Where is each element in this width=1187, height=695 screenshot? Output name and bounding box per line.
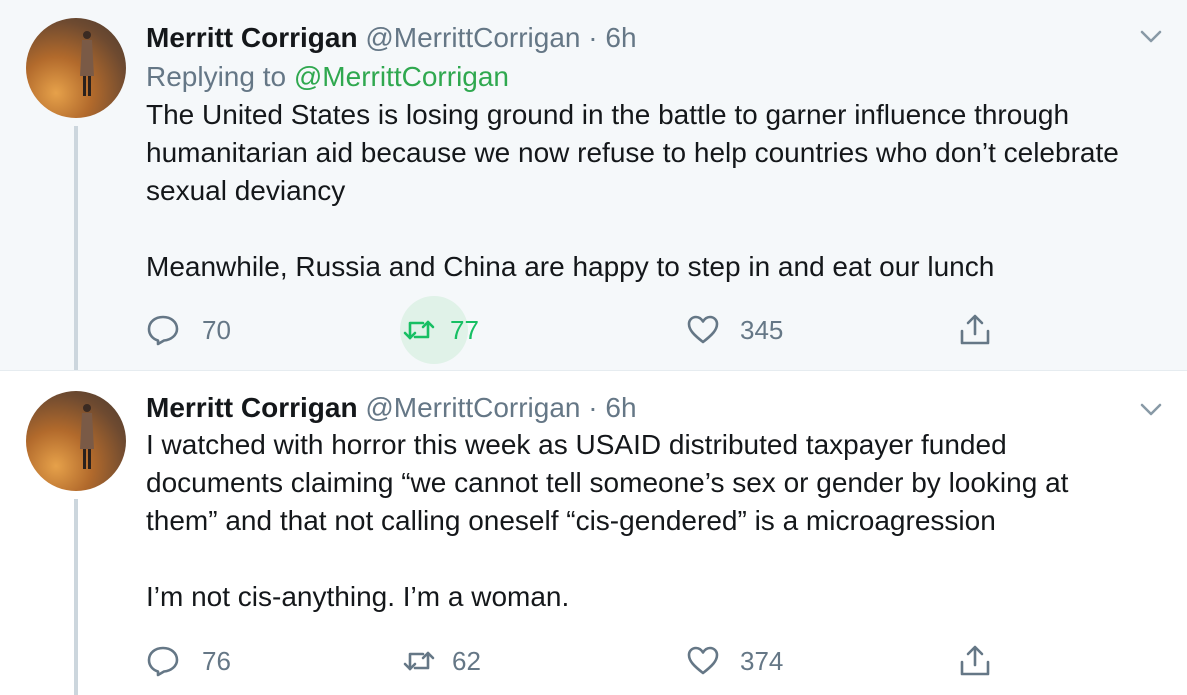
author-handle[interactable]: @MerrittCorrigan — [365, 392, 580, 423]
reply-icon — [147, 646, 179, 677]
reply-icon — [147, 315, 179, 346]
author-name[interactable]: Merritt Corrigan — [146, 392, 358, 423]
heart-icon — [687, 315, 719, 344]
reply-button[interactable]: 70 — [146, 302, 231, 358]
retweet-button[interactable]: 62 — [402, 633, 481, 689]
retweet-icon — [403, 651, 435, 671]
heart-icon — [687, 646, 719, 675]
retweet-button[interactable]: 77 — [402, 302, 479, 358]
share-button[interactable] — [958, 302, 992, 358]
thread-line — [74, 499, 78, 695]
reply-count: 70 — [202, 314, 231, 345]
like-count: 345 — [740, 314, 784, 345]
author-name[interactable]: Merritt Corrigan — [146, 22, 358, 53]
retweet-count: 77 — [450, 314, 479, 345]
like-button[interactable]: 345 — [686, 302, 783, 358]
avatar-figure — [80, 404, 94, 469]
replying-to-prefix: Replying to — [146, 61, 287, 92]
tweet-paragraph: The United States is losing ground in th… — [146, 99, 1119, 206]
timestamp[interactable]: 6h — [605, 392, 636, 423]
tweet-text: The United States is losing ground in th… — [146, 96, 1147, 286]
retweet-icon — [403, 320, 435, 340]
chevron-down-icon[interactable] — [1140, 403, 1162, 417]
avatar-figure — [80, 31, 94, 96]
tweet-header: Merritt Corrigan @MerrittCorrigan · 6h — [146, 390, 1147, 426]
tweet-text: I watched with horror this week as USAID… — [146, 426, 1147, 616]
share-icon — [960, 645, 990, 676]
tweet-header: Merritt Corrigan @MerrittCorrigan · 6h — [146, 20, 1147, 56]
share-icon — [960, 314, 990, 345]
tweet-2-content: Merritt Corrigan @MerrittCorrigan · 6h I… — [146, 390, 1147, 616]
tweet-actions: 70 77 345 — [146, 296, 1046, 364]
share-button[interactable] — [958, 633, 992, 689]
replying-to: Replying to @MerrittCorrigan — [146, 58, 1147, 96]
avatar[interactable] — [26, 18, 126, 118]
author-handle[interactable]: @MerrittCorrigan — [365, 22, 580, 53]
like-button[interactable]: 374 — [686, 633, 783, 689]
reply-button[interactable]: 76 — [146, 633, 231, 689]
tweet-actions: 76 62 374 — [146, 633, 1046, 689]
separator-dot: · — [588, 392, 598, 423]
separator-dot: · — [588, 22, 598, 53]
reply-count: 76 — [202, 645, 231, 676]
avatar[interactable] — [26, 391, 126, 491]
tweet-1-content: Merritt Corrigan @MerrittCorrigan · 6h R… — [146, 20, 1147, 286]
like-count: 374 — [740, 645, 784, 676]
replying-to-mention[interactable]: @MerrittCorrigan — [294, 61, 509, 92]
chevron-down-icon[interactable] — [1140, 30, 1162, 44]
tweet-paragraph: I’m not cis-anything. I’m a woman. — [146, 581, 570, 612]
retweet-count: 62 — [452, 645, 481, 676]
tweet-paragraph: Meanwhile, Russia and China are happy to… — [146, 251, 995, 282]
timestamp[interactable]: 6h — [605, 22, 636, 53]
thread-line — [74, 126, 78, 370]
tweet-paragraph: I watched with horror this week as USAID… — [146, 429, 1069, 536]
